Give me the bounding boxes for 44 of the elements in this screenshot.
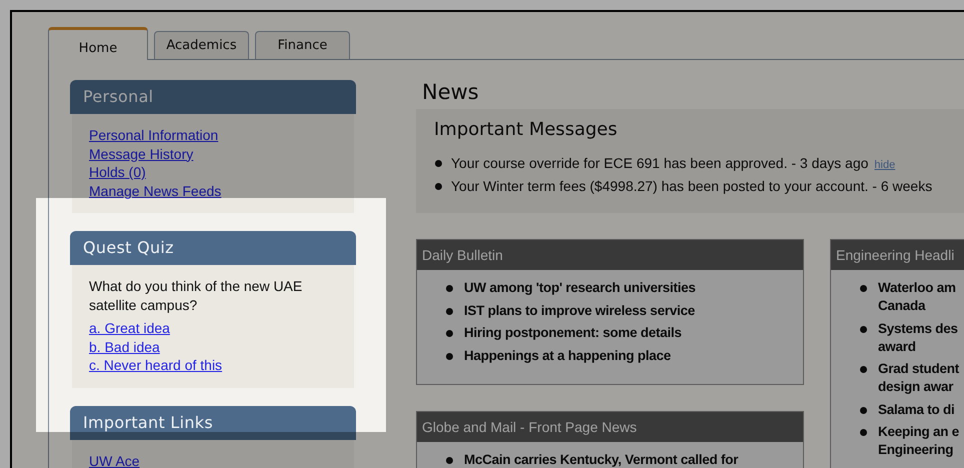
quiz-option-link[interactable]: b. Bad idea xyxy=(89,338,160,356)
bullet-icon xyxy=(446,285,453,292)
quiz-option-link[interactable]: a. Great idea xyxy=(89,319,170,338)
bullet-icon xyxy=(435,160,442,167)
panel-link[interactable]: Manage News Feeds xyxy=(89,182,222,200)
panel-header: Personal xyxy=(70,80,356,114)
message-text: Your course override for ECE 691 has been approved. - 3 days ago xyxy=(451,155,868,171)
headline-link[interactable]: Happenings at a happening place xyxy=(464,346,671,364)
bullet-icon xyxy=(860,406,867,414)
bullet-icon xyxy=(860,326,867,332)
headline-link[interactable]: Grad student design awar xyxy=(878,360,960,396)
headline-link[interactable]: IST plans to improve wireless service xyxy=(464,302,695,320)
bullet-icon xyxy=(860,366,867,373)
message-text: Your Winter term fees ($4998.27) has been posted to your account. - 6 weeks xyxy=(451,178,932,194)
quiz-option-link[interactable]: c. Never heard of this xyxy=(89,356,222,374)
bullet-icon xyxy=(446,330,453,337)
feed-header: Daily Bulletin xyxy=(417,240,803,270)
bullet-icon xyxy=(446,308,453,314)
bullet-icon xyxy=(860,285,867,292)
headline-link[interactable]: Hiring postponement: some details xyxy=(464,324,682,342)
headline-link[interactable]: Keeping an e Engineering xyxy=(878,423,960,459)
bullet-icon xyxy=(435,183,442,190)
bullet-icon xyxy=(860,429,867,436)
headline-link[interactable]: Waterloo am Canada xyxy=(878,279,956,315)
feed-header: Globe and Mail - Front Page News xyxy=(417,412,803,442)
bullet-icon xyxy=(446,352,453,360)
tab[interactable]: Academics xyxy=(154,31,249,59)
panel-link[interactable]: UW Ace xyxy=(89,452,140,468)
panel-link[interactable]: Holds (0) xyxy=(89,163,146,182)
tab[interactable]: Finance xyxy=(255,31,350,59)
messages-title: Important Messages xyxy=(434,119,618,140)
headline-link[interactable]: McCain carries Kentucky, Vermont called for xyxy=(464,451,738,468)
panel-header: Quest Quiz xyxy=(70,231,356,265)
panel-link[interactable]: Personal Information xyxy=(89,126,218,144)
headline-link[interactable]: UW among 'top' research universities xyxy=(464,279,696,297)
panel-link[interactable]: Message History xyxy=(89,144,194,163)
panel-header: Important Links xyxy=(70,406,356,440)
headline-link[interactable]: Systems des award xyxy=(878,320,958,356)
feed-header: Engineering Headli xyxy=(831,240,964,270)
quiz-question: What do you think of the new UAE satellite campus? xyxy=(89,277,304,315)
bullet-icon xyxy=(446,457,453,464)
tab[interactable]: Home xyxy=(48,27,148,60)
news-heading: News xyxy=(422,80,480,104)
headline-link[interactable]: Salama to di xyxy=(878,400,955,418)
